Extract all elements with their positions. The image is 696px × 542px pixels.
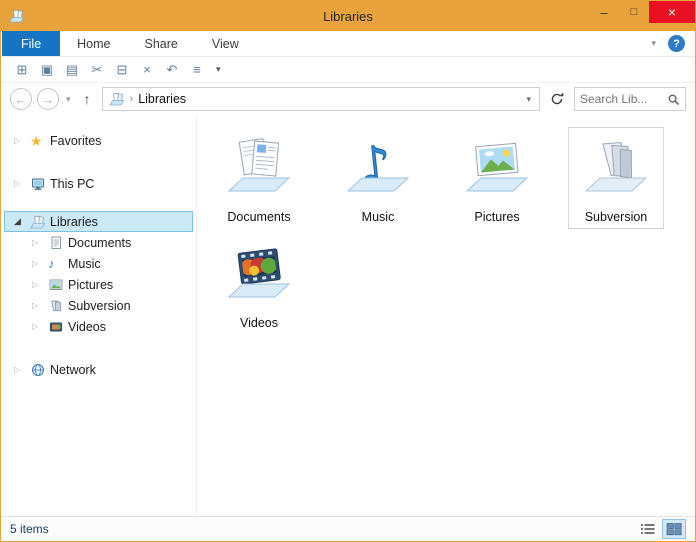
file-list: Documents ♪ Music Pictures Subversion Vi…: [197, 115, 695, 516]
expand-arrow-icon[interactable]: ▷: [32, 280, 48, 289]
sidebar-item-label: Videos: [68, 319, 106, 334]
new-window-button[interactable]: ⊞: [13, 60, 31, 80]
address-location-icon: [108, 91, 125, 107]
copy-path-button[interactable]: ⊟: [113, 60, 131, 80]
sidebar-item-label: Libraries: [50, 214, 98, 229]
star-icon: ★: [30, 132, 43, 149]
quick-access-toolbar: ⊞ ▣ ▤ ✂ ⊟ × ↶ ≡ ▾: [1, 57, 695, 83]
pictures-library-icon: [465, 133, 529, 197]
file-item-pictures[interactable]: Pictures: [449, 127, 545, 229]
main-area: ▷ ★ Favorites ▷ This PC ◢ Libraries ▷ Do…: [1, 115, 695, 516]
large-icons-view-button[interactable]: [662, 519, 686, 539]
tab-file[interactable]: File: [2, 31, 61, 56]
customize-toolbar-icon[interactable]: ▾: [216, 64, 221, 75]
address-bar[interactable]: › Libraries ▾: [101, 87, 540, 111]
navigation-pane: ▷ ★ Favorites ▷ This PC ◢ Libraries ▷ Do…: [1, 115, 197, 516]
file-item-documents[interactable]: Documents: [211, 127, 307, 229]
music-library-icon: ♪: [346, 133, 410, 197]
search-input[interactable]: [580, 92, 667, 106]
breadcrumb-segment-libraries[interactable]: Libraries: [138, 92, 186, 106]
copy-button[interactable]: ▣: [38, 60, 56, 80]
sidebar-item-libraries[interactable]: ◢ Libraries: [4, 211, 193, 232]
file-item-videos[interactable]: Videos: [211, 233, 307, 335]
minimize-button[interactable]: –: [589, 1, 619, 23]
item-count: 5 items: [10, 522, 49, 536]
file-item-label: Music: [361, 210, 395, 224]
tab-share[interactable]: Share: [128, 31, 195, 56]
expand-ribbon-icon[interactable]: ▾: [651, 38, 656, 49]
file-item-label: Documents: [227, 210, 291, 224]
ribbon-tab-row: File Home Share View ▾ ?: [1, 31, 695, 57]
explorer-window: Libraries – □ × File Home Share View ▾ ?…: [0, 0, 696, 542]
documents-library-icon: [227, 133, 291, 197]
undo-button[interactable]: ↶: [163, 60, 181, 80]
document-icon: [48, 235, 68, 251]
paste-button[interactable]: ▤: [63, 60, 81, 80]
view-toggles: [636, 519, 686, 539]
sidebar-item-music[interactable]: ▷ ♪ Music: [4, 253, 193, 274]
file-item-music[interactable]: ♪ Music: [330, 127, 426, 229]
sidebar-item-label: Favorites: [50, 133, 102, 148]
refresh-button[interactable]: [545, 87, 569, 111]
properties-button[interactable]: ≡: [188, 60, 206, 80]
sidebar-item-label: Network: [50, 362, 96, 377]
search-box: [574, 87, 686, 111]
network-icon: [30, 362, 50, 378]
tab-home[interactable]: Home: [60, 31, 127, 56]
sidebar-item-this-pc[interactable]: ▷ This PC: [4, 173, 193, 194]
file-item-label: Subversion: [584, 210, 648, 224]
generic-library-icon: [48, 298, 68, 314]
sidebar-item-subversion[interactable]: ▷ Subversion: [4, 295, 193, 316]
ribbon-right-controls: ▾ ?: [651, 31, 695, 56]
videos-library-icon: [227, 239, 291, 303]
maximize-button[interactable]: □: [619, 1, 649, 23]
close-button[interactable]: ×: [649, 1, 695, 23]
sidebar-item-label: Documents: [68, 235, 132, 250]
navigation-bar: ← → ▾ ↑ › Libraries ▾: [1, 83, 695, 115]
expand-arrow-icon[interactable]: ▷: [32, 238, 48, 247]
film-icon: [48, 319, 68, 335]
details-view-button[interactable]: [636, 519, 660, 539]
sidebar-item-videos[interactable]: ▷ Videos: [4, 316, 193, 337]
expand-arrow-icon[interactable]: ▷: [32, 301, 48, 310]
file-item-label: Pictures: [474, 210, 520, 224]
up-button[interactable]: ↑: [78, 91, 97, 107]
titlebar[interactable]: Libraries – □ ×: [1, 1, 695, 31]
sidebar-item-favorites[interactable]: ▷ ★ Favorites: [4, 130, 193, 151]
sidebar-item-label: Music: [68, 256, 101, 271]
delete-button[interactable]: ×: [138, 60, 156, 80]
window-controls: – □ ×: [589, 1, 695, 31]
status-bar: 5 items: [1, 516, 695, 541]
sidebar-item-documents[interactable]: ▷ Documents: [4, 232, 193, 253]
sidebar-item-pictures[interactable]: ▷ Pictures: [4, 274, 193, 295]
breadcrumb-separator: ›: [129, 93, 134, 105]
file-item-label: Videos: [240, 316, 278, 330]
search-icon[interactable]: [667, 93, 680, 106]
computer-icon: [30, 176, 50, 192]
generic-library-icon: [584, 133, 648, 197]
sidebar-item-label: This PC: [50, 176, 95, 191]
expand-arrow-icon[interactable]: ▷: [32, 322, 48, 331]
expand-arrow-icon[interactable]: ▷: [14, 179, 30, 188]
expand-arrow-icon[interactable]: ▷: [32, 259, 48, 268]
sidebar-item-network[interactable]: ▷ Network: [4, 359, 193, 380]
picture-icon: [48, 277, 68, 293]
music-note-icon: ♪: [48, 256, 55, 271]
forward-button[interactable]: →: [37, 88, 59, 110]
sidebar-item-label: Subversion: [68, 298, 131, 313]
expand-arrow-icon[interactable]: ▷: [14, 365, 30, 374]
cut-button[interactable]: ✂: [88, 60, 106, 80]
back-button[interactable]: ←: [10, 88, 32, 110]
libraries-window-icon: [9, 8, 27, 24]
history-dropdown-icon[interactable]: ▾: [64, 94, 73, 105]
address-dropdown-icon[interactable]: ▾: [526, 94, 533, 105]
expand-arrow-icon[interactable]: ▷: [14, 136, 30, 145]
sidebar-item-label: Pictures: [68, 277, 114, 292]
tab-view[interactable]: View: [195, 31, 256, 56]
collapse-arrow-icon[interactable]: ◢: [14, 216, 30, 227]
help-icon[interactable]: ?: [668, 35, 685, 52]
libraries-icon: [30, 214, 50, 230]
file-item-subversion[interactable]: Subversion: [568, 127, 664, 229]
